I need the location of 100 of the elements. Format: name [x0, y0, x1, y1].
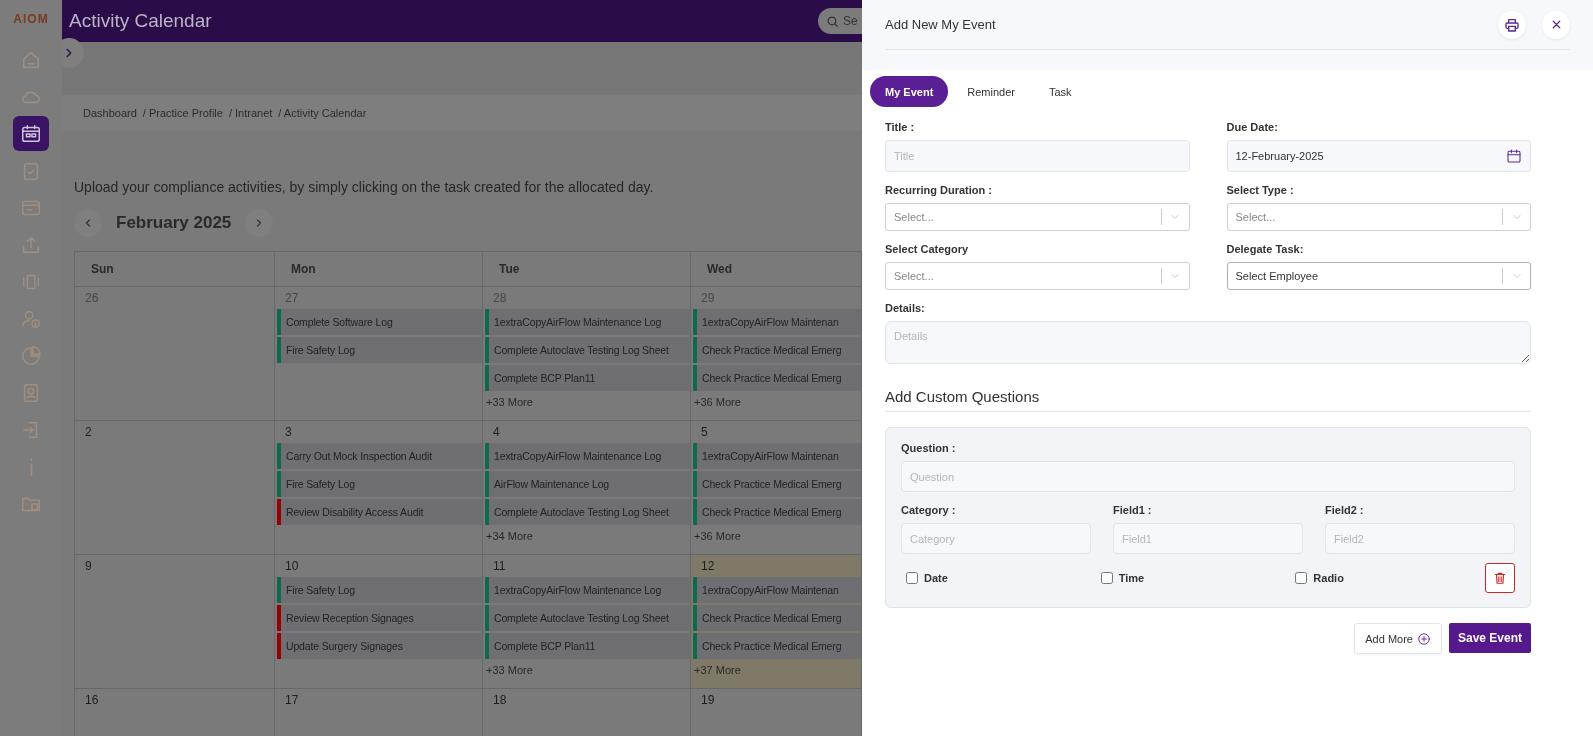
day-cell[interactable]: 16 — [75, 689, 275, 736]
event-item[interactable]: Carry Out Mock Inspection Audit — [277, 443, 482, 469]
tab[interactable]: Task — [1034, 76, 1087, 107]
field-label: Field2 : — [1325, 504, 1365, 516]
day-cell[interactable]: 12 1extraCopyAirFlow Maintenan Check Practice Medical Emerg Check Practice Medical Emerg +37 More — [691, 555, 862, 689]
breadcrumb-link[interactable]: Dashboard — [83, 107, 137, 119]
text-field[interactable]: Title — [885, 140, 1190, 172]
event-item[interactable]: Review Disability Access Audit — [277, 499, 482, 525]
section-title: Add Custom Questions — [885, 388, 1531, 412]
print-button[interactable] — [1498, 10, 1526, 39]
event-item[interactable]: Update Surgery Signages — [277, 633, 482, 659]
month-title: February 2025 — [116, 213, 232, 233]
more-link[interactable]: +36 More — [691, 527, 861, 542]
day-number: 16 — [84, 692, 100, 709]
sidebar-item[interactable] — [13, 116, 49, 151]
checkbox[interactable] — [906, 572, 918, 584]
day-cell[interactable]: 2 — [75, 421, 275, 555]
breadcrumb-link[interactable]: / Intranet — [228, 107, 273, 119]
weekday-header: Mon — [275, 252, 483, 287]
weekday-header: Sun — [75, 252, 275, 287]
text-field[interactable]: Field2 — [1325, 523, 1515, 554]
more-link[interactable]: +33 More — [483, 393, 690, 408]
more-link[interactable]: +36 More — [691, 393, 861, 408]
search-icon — [826, 14, 839, 28]
pie-chart-icon — [20, 344, 42, 367]
select-field[interactable]: Select... — [1226, 203, 1531, 231]
details-field[interactable]: Details — [885, 321, 1531, 364]
event-item[interactable]: Fire Safety Log — [277, 471, 482, 497]
select-field[interactable]: Select... — [885, 262, 1190, 290]
event-item[interactable]: Complete Autoclave Testing Log Sheet — [485, 499, 690, 525]
event-item[interactable]: Check Practice Medical Emerg — [693, 499, 861, 525]
event-item[interactable]: Check Practice Medical Emerg — [693, 605, 861, 631]
field-label: Question : — [901, 442, 957, 454]
day-cell[interactable]: 10 Fire Safety Log Review Reception Signages Update Surgery Signages — [275, 555, 483, 689]
add-more-button[interactable]: Add More — [1354, 623, 1442, 654]
event-item[interactable]: Complete BCP Plan11 — [485, 365, 690, 391]
date-field[interactable]: 12-February-2025 — [1226, 140, 1531, 172]
field-label: Title : — [885, 121, 916, 133]
day-cell[interactable]: 4 1extraCopyAirFlow Maintenance Log AirFlow Maintenance Log Complete Autoclave Testing Log Sheet +34 More — [483, 421, 691, 555]
calendar-icon — [20, 122, 42, 145]
day-cell[interactable]: 3 Carry Out Mock Inspection Audit Fire Safety Log Review Disability Access Audit — [275, 421, 483, 555]
search-field[interactable]: Se — [818, 8, 862, 34]
field-label: Select Category — [885, 243, 970, 255]
tab[interactable]: Reminder — [952, 76, 1030, 107]
page-title: Activity Calendar — [69, 10, 212, 32]
expand-button[interactable] — [62, 38, 84, 68]
event-item[interactable]: 1extraCopyAirFlow Maintenance Log — [485, 577, 690, 603]
weekday-header: Tue — [483, 252, 691, 287]
field-label: Details: — [885, 302, 926, 314]
select-field[interactable]: Select... — [885, 203, 1190, 231]
day-cell[interactable]: 9 — [75, 555, 275, 689]
day-cell[interactable]: 5 1extraCopyAirFlow Maintenan Check Practice Medical Emerg Check Practice Medical Emerg +36 More — [691, 421, 862, 555]
info-icon — [28, 456, 34, 477]
select-field[interactable]: Select Employee — [1226, 262, 1531, 290]
event-item[interactable]: Check Practice Medical Emerg — [693, 337, 861, 363]
text-field[interactable]: Field1 — [1113, 523, 1303, 554]
event-item[interactable]: Fire Safety Log — [277, 577, 482, 603]
checkbox[interactable] — [1100, 572, 1113, 584]
day-cell[interactable]: 11 1extraCopyAirFlow Maintenance Log Complete Autoclave Testing Log Sheet Complete BCP Plan11 +33 More — [483, 555, 691, 689]
field-label: Select Type : — [1226, 184, 1295, 196]
event-item[interactable]: Check Practice Medical Emerg — [693, 633, 861, 659]
day-cell[interactable]: 18 — [483, 689, 691, 736]
tab[interactable]: My Event — [870, 76, 949, 107]
event-item[interactable]: 1extraCopyAirFlow Maintenance Log — [485, 309, 690, 335]
event-item[interactable]: 1extraCopyAirFlow Maintenan — [693, 577, 861, 603]
day-number: 2 — [84, 424, 93, 441]
next-month-button[interactable] — [245, 209, 274, 237]
save-event-button[interactable]: Save Event — [1448, 623, 1531, 653]
more-link[interactable]: +33 More — [483, 661, 690, 676]
event-item[interactable]: 1extraCopyAirFlow Maintenan — [693, 309, 861, 335]
event-item[interactable]: Complete BCP Plan11 — [485, 633, 690, 659]
event-item[interactable]: 1extraCopyAirFlow Maintenance Log — [485, 443, 690, 469]
event-item[interactable]: Check Practice Medical Emerg — [693, 471, 861, 497]
day-number: 18 — [492, 692, 508, 709]
event-item[interactable]: 1extraCopyAirFlow Maintenan — [693, 443, 861, 469]
plus-circle-icon — [1416, 631, 1431, 646]
field-label: Recurring Duration : — [885, 184, 993, 196]
event-item[interactable]: Complete Autoclave Testing Log Sheet — [485, 337, 690, 363]
breadcrumb-link[interactable]: / Activity Calendar — [278, 107, 367, 119]
event-item[interactable]: Review Reception Signages — [277, 605, 482, 631]
event-item[interactable]: AirFlow Maintenance Log — [485, 471, 690, 497]
more-link[interactable]: +34 More — [483, 527, 690, 542]
day-number: 17 — [284, 692, 300, 709]
logo: AIOM — [13, 12, 49, 26]
breadcrumb-link[interactable]: / Practice Profile — [142, 107, 223, 119]
text-field[interactable]: Category — [901, 523, 1091, 554]
event-item[interactable]: Fire Safety Log — [277, 337, 482, 363]
day-number: 3 — [284, 424, 293, 441]
question-field[interactable]: Question — [901, 461, 1515, 492]
day-cell[interactable]: 17 — [275, 689, 483, 736]
more-link[interactable]: +37 More — [691, 661, 861, 676]
day-number: 12 — [700, 558, 716, 575]
delete-button[interactable] — [1485, 563, 1515, 593]
day-number: 9 — [84, 558, 93, 575]
close-button[interactable] — [1542, 10, 1570, 39]
event-item[interactable]: Check Practice Medical Emerg — [693, 365, 861, 391]
previous-month-button[interactable] — [74, 209, 102, 237]
event-item[interactable]: Complete Autoclave Testing Log Sheet — [485, 605, 690, 631]
checkbox[interactable] — [1295, 572, 1308, 584]
event-item[interactable]: Complete Software Log — [277, 309, 482, 335]
